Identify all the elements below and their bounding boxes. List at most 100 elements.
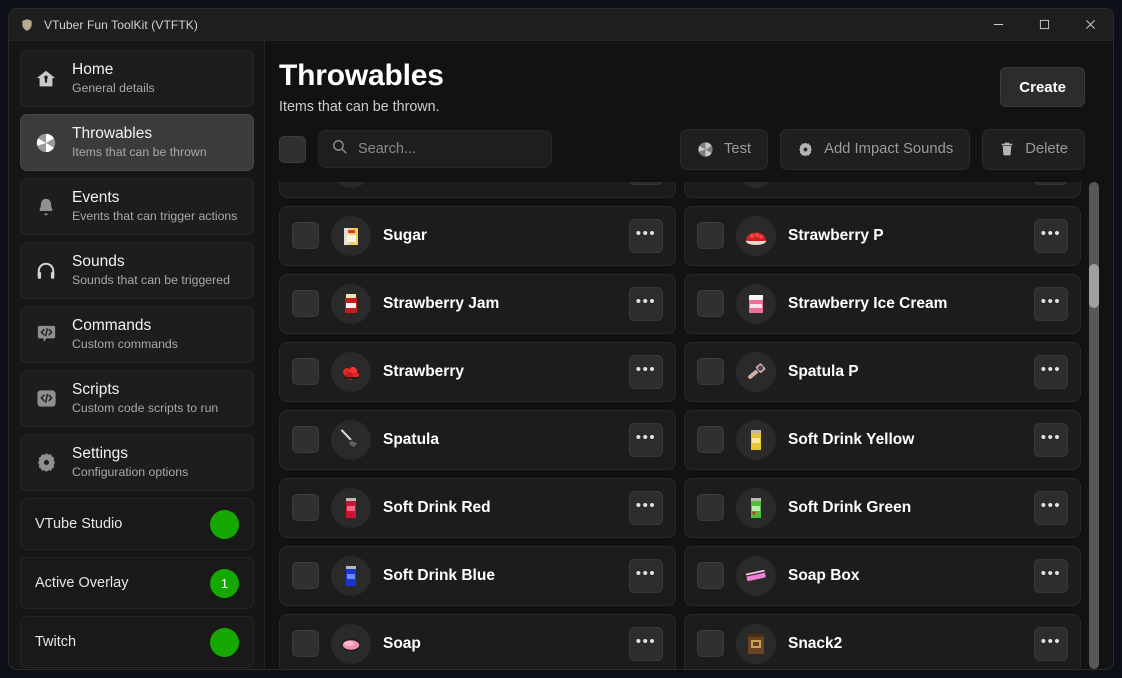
- sidebar-item-commands[interactable]: Commands Custom commands: [20, 306, 254, 363]
- row-menu-button[interactable]: •••: [1034, 558, 1068, 593]
- row-checkbox[interactable]: [292, 358, 319, 386]
- row-checkbox[interactable]: [292, 426, 319, 454]
- row-label: Strawberry P: [788, 226, 884, 244]
- status-label: Active Overlay: [35, 575, 129, 591]
- sugar-icon: [331, 215, 371, 256]
- table-row[interactable]: •••: [279, 181, 676, 198]
- row-menu-button[interactable]: •••: [1034, 354, 1068, 389]
- throwables-column-right: ••• Strawberry P: [684, 181, 1081, 669]
- scrollbar-thumb[interactable]: [1089, 263, 1099, 308]
- table-row[interactable]: Strawberry Jam •••: [279, 273, 676, 334]
- delete-button[interactable]: Delete: [982, 128, 1085, 170]
- row-checkbox[interactable]: [697, 630, 724, 658]
- status-label: VTube Studio: [35, 516, 123, 532]
- select-all-checkbox[interactable]: [279, 135, 306, 163]
- row-label: Soft Drink Red: [383, 498, 491, 516]
- row-checkbox[interactable]: [292, 494, 319, 522]
- strawberry-pie-icon: [736, 181, 776, 188]
- row-checkbox[interactable]: [292, 290, 319, 318]
- table-row[interactable]: Strawberry •••: [279, 341, 676, 402]
- vertical-scrollbar[interactable]: [1089, 181, 1099, 669]
- row-checkbox[interactable]: [292, 562, 319, 590]
- row-menu-button[interactable]: •••: [629, 422, 663, 457]
- add-impact-sounds-button[interactable]: Add Impact Sounds: [780, 128, 971, 170]
- row-checkbox[interactable]: [292, 630, 319, 658]
- sidebar-item-subtitle: Sounds that can be triggered: [72, 273, 230, 288]
- sidebar-item-subtitle: Events that can trigger actions: [72, 209, 238, 224]
- bell-icon: [33, 194, 59, 220]
- table-row[interactable]: Strawberry Ice Cream •••: [684, 273, 1081, 334]
- row-label: Strawberry Ice Cream: [788, 294, 948, 312]
- row-label: Soft Drink Green: [788, 498, 912, 516]
- close-button[interactable]: [1067, 9, 1113, 41]
- table-row[interactable]: Spatula •••: [279, 409, 676, 470]
- row-checkbox[interactable]: [697, 222, 724, 250]
- sidebar-item-scripts[interactable]: Scripts Custom code scripts to run: [20, 370, 254, 427]
- row-menu-button[interactable]: •••: [629, 218, 663, 253]
- table-row[interactable]: Snack2 •••: [684, 613, 1081, 669]
- shield-icon: [19, 17, 35, 33]
- create-button[interactable]: Create: [1000, 67, 1085, 107]
- maximize-button[interactable]: [1021, 9, 1067, 41]
- sidebar-item-sounds[interactable]: Sounds Sounds that can be triggered: [20, 242, 254, 299]
- sidebar-item-home[interactable]: Home General details: [20, 50, 254, 107]
- row-menu-button[interactable]: •••: [1034, 626, 1068, 661]
- table-row[interactable]: •••: [684, 181, 1081, 198]
- row-menu-button[interactable]: •••: [629, 286, 663, 321]
- spatula-p-icon: [736, 351, 776, 392]
- table-row[interactable]: Soap Box •••: [684, 545, 1081, 606]
- snack-bag-icon: [736, 623, 776, 664]
- sidebar-item-throwables[interactable]: Throwables Items that can be thrown: [20, 114, 254, 171]
- table-row[interactable]: Soft Drink Green •••: [684, 477, 1081, 538]
- ice-cream-icon: [736, 283, 776, 324]
- throwables-column-left: ••• Sugar •••: [279, 181, 676, 669]
- table-row[interactable]: Soft Drink Blue •••: [279, 545, 676, 606]
- row-checkbox[interactable]: [697, 358, 724, 386]
- sidebar-item-settings[interactable]: Settings Configuration options: [20, 434, 254, 491]
- sidebar-item-subtitle: Items that can be thrown: [72, 145, 207, 160]
- row-menu-button[interactable]: •••: [629, 558, 663, 593]
- table-row[interactable]: Soft Drink Yellow •••: [684, 409, 1081, 470]
- row-menu-button[interactable]: •••: [1034, 422, 1068, 457]
- search-input[interactable]: [358, 141, 545, 158]
- status-item-active-overlay[interactable]: Active Overlay 1: [20, 557, 254, 609]
- test-button[interactable]: Test: [679, 128, 769, 170]
- window-controls: [975, 9, 1113, 41]
- row-menu-button[interactable]: •••: [629, 181, 663, 185]
- soap-icon: [331, 623, 371, 664]
- table-row[interactable]: Strawberry P •••: [684, 205, 1081, 266]
- soda-can-yellow-icon: [736, 419, 776, 460]
- sidebar-item-label: Throwables: [72, 125, 153, 143]
- sidebar-item-label: Home: [72, 61, 114, 79]
- row-menu-button[interactable]: •••: [1034, 286, 1068, 321]
- page-header: Throwables Items that can be thrown. Cre…: [265, 41, 1113, 115]
- row-menu-button[interactable]: •••: [1034, 181, 1068, 185]
- page-title: Throwables: [279, 59, 444, 92]
- row-menu-button[interactable]: •••: [1034, 218, 1068, 253]
- row-checkbox[interactable]: [697, 562, 724, 590]
- strawberry-pie-icon: [736, 215, 776, 256]
- sidebar-item-events[interactable]: Events Events that can trigger actions: [20, 178, 254, 235]
- row-menu-button[interactable]: •••: [629, 490, 663, 525]
- sidebar-item-label: Sounds: [72, 253, 125, 271]
- row-menu-button[interactable]: •••: [1034, 490, 1068, 525]
- search-field[interactable]: [318, 130, 552, 169]
- status-item-twitch[interactable]: Twitch: [20, 616, 254, 668]
- table-row[interactable]: Sugar •••: [279, 205, 676, 266]
- scrollbar-track[interactable]: [1089, 181, 1099, 669]
- table-row[interactable]: Soft Drink Red •••: [279, 477, 676, 538]
- row-checkbox[interactable]: [697, 426, 724, 454]
- row-checkbox[interactable]: [697, 290, 724, 318]
- tool-button-label: Delete: [1025, 141, 1068, 158]
- row-label: Soap Box: [788, 566, 860, 584]
- row-label: Strawberry Jam: [383, 294, 500, 312]
- row-checkbox[interactable]: [697, 494, 724, 522]
- row-menu-button[interactable]: •••: [629, 354, 663, 389]
- table-row[interactable]: Soap •••: [279, 613, 676, 669]
- minimize-button[interactable]: [975, 9, 1021, 41]
- row-checkbox[interactable]: [292, 222, 319, 250]
- row-label: Strawberry: [383, 362, 464, 380]
- row-menu-button[interactable]: •••: [629, 626, 663, 661]
- status-item-vtube-studio[interactable]: VTube Studio: [20, 498, 254, 550]
- table-row[interactable]: Spatula P •••: [684, 341, 1081, 402]
